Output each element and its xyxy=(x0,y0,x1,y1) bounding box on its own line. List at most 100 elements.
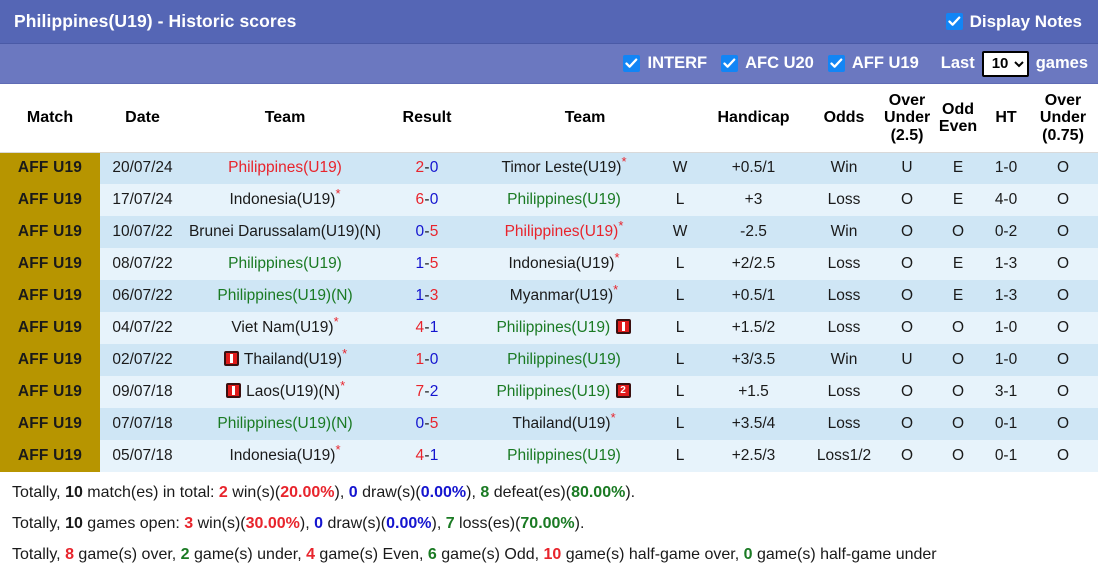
display-notes-checkbox[interactable] xyxy=(945,13,963,30)
oddeven-line2: Even xyxy=(938,117,978,135)
last-label: Last xyxy=(940,54,975,72)
games-count-select[interactable]: 10203050 xyxy=(981,50,1029,77)
team-name: Philippines(U19) xyxy=(507,447,621,465)
col-header-handicap[interactable]: Handicap xyxy=(701,84,807,153)
home-team-cell[interactable]: Philippines(U19) xyxy=(185,152,385,185)
match-score[interactable]: 2-0 xyxy=(385,152,469,185)
score-home: 4 xyxy=(415,319,425,337)
odds-result: Loss xyxy=(806,184,883,217)
table-row[interactable]: AFF U19 17/07/24 Indonesia(U19)* 6-0 Philipp… xyxy=(0,184,1098,217)
filter-aff-u19[interactable]: AFF U19 xyxy=(827,54,919,73)
neutral-star: * xyxy=(613,282,619,297)
handicap-value: +1.5 xyxy=(701,376,807,409)
col-header-odd-even[interactable]: Odd Even xyxy=(932,84,985,153)
col-header-odds[interactable]: Odds xyxy=(806,84,883,153)
home-team-cell[interactable]: Philippines(U19) xyxy=(185,248,385,281)
score-home: 4 xyxy=(415,447,425,465)
match-score[interactable]: 0-5 xyxy=(385,216,469,249)
table-row[interactable]: AFF U19 20/07/24 Philippines(U19) 2-0 Timor … xyxy=(0,152,1098,185)
match-competition-badge: AFF U19 xyxy=(0,152,100,185)
half-time-score: 3-1 xyxy=(984,376,1029,409)
match-score[interactable]: 0-5 xyxy=(385,408,469,441)
odd-even-result: O xyxy=(932,440,985,473)
away-team-cell[interactable]: Philippines(U19) xyxy=(469,312,659,345)
match-score[interactable]: 7-2 xyxy=(385,376,469,409)
home-team-cell[interactable]: Indonesia(U19)* xyxy=(185,184,385,217)
home-team-cell[interactable]: Indonesia(U19)* xyxy=(185,440,385,473)
col-header-match[interactable]: Match xyxy=(0,84,100,153)
neutral-star: * xyxy=(618,218,624,233)
home-team-cell[interactable]: Brunei Darussalam(U19)(N) xyxy=(185,216,385,249)
away-team-cell[interactable]: Philippines(U19) xyxy=(469,184,659,217)
sl1-text1: Totally, xyxy=(12,484,66,502)
col-header-away-team[interactable]: Team xyxy=(469,84,702,153)
col-header-ht[interactable]: HT xyxy=(984,84,1029,153)
handicap-value: -2.5 xyxy=(701,216,807,249)
sl1-def-pct: 80.00% xyxy=(571,484,626,502)
match-score[interactable]: 4-1 xyxy=(385,312,469,345)
col-header-result[interactable]: Result xyxy=(385,84,469,153)
handicap-value: +2.5/3 xyxy=(701,440,807,473)
over-under-25-result: O xyxy=(882,216,933,249)
handicap-value: +3.5/4 xyxy=(701,408,807,441)
interf-checkbox[interactable] xyxy=(623,55,641,72)
filter-interf[interactable]: INTERF xyxy=(623,54,707,73)
match-date: 04/07/22 xyxy=(100,312,185,345)
afc-u20-checkbox[interactable] xyxy=(721,55,739,72)
home-team-cell[interactable]: Philippines(U19)(N) xyxy=(185,280,385,313)
win-loss-flag: L xyxy=(659,248,702,281)
over-under-25-result: U xyxy=(882,152,933,185)
away-team-cell[interactable]: Myanmar(U19)* xyxy=(469,280,659,313)
table-row[interactable]: AFF U19 06/07/22 Philippines(U19)(N) 1-3 Mya… xyxy=(0,280,1098,313)
away-team-cell[interactable]: Philippines(U19) xyxy=(469,440,659,473)
away-team-cell[interactable]: Indonesia(U19)* xyxy=(469,248,659,281)
match-score[interactable]: 6-0 xyxy=(385,184,469,217)
home-team-cell[interactable]: Laos(U19)(N)* xyxy=(185,376,385,409)
col-header-over-under-075[interactable]: Over Under (0.75) xyxy=(1028,84,1098,153)
table-row[interactable]: AFF U19 04/07/22 Viet Nam(U19)* 4-1 Philippi… xyxy=(0,312,1098,345)
sl3-half-under: 0 xyxy=(743,545,753,563)
odds-result: Win xyxy=(806,216,883,249)
match-score[interactable]: 4-1 xyxy=(385,440,469,473)
filter-afc-u20[interactable]: AFC U20 xyxy=(721,54,814,73)
away-team-cell[interactable]: Thailand(U19)* xyxy=(469,408,659,441)
away-team-cell[interactable]: Philippines(U19) xyxy=(469,376,659,409)
neutral-star: * xyxy=(333,314,339,329)
table-row[interactable]: AFF U19 02/07/22 Thailand(U19)* 1-0 Philipp… xyxy=(0,344,1098,377)
match-score[interactable]: 1-5 xyxy=(385,248,469,281)
match-score[interactable]: 1-0 xyxy=(385,344,469,377)
col-header-over-under-25[interactable]: Over Under (2.5) xyxy=(882,84,933,153)
score-home: 1 xyxy=(415,255,425,273)
over-under-075-result: O xyxy=(1028,216,1098,249)
table-row[interactable]: AFF U19 08/07/22 Philippines(U19) 1-5 Indone… xyxy=(0,248,1098,281)
col-header-home-team[interactable]: Team xyxy=(185,84,385,153)
aff-u19-checkbox[interactable] xyxy=(827,55,845,72)
table-row[interactable]: AFF U19 10/07/22 Brunei Darussalam(U19)(N)… xyxy=(0,216,1098,249)
match-date: 10/07/22 xyxy=(100,216,185,249)
table-row[interactable]: AFF U19 05/07/18 Indonesia(U19)* 4-1 Philipp… xyxy=(0,440,1098,473)
table-row[interactable]: AFF U19 09/07/18 Laos(U19)(N)* 7-2 Philippi… xyxy=(0,376,1098,409)
home-team-cell[interactable]: Philippines(U19)(N) xyxy=(185,408,385,441)
home-team-cell[interactable]: Thailand(U19)* xyxy=(185,344,385,377)
odds-result: Loss1/2 xyxy=(806,440,883,473)
handicap-value: +3 xyxy=(701,184,807,217)
over-under-25-result: O xyxy=(882,440,933,473)
match-date: 08/07/22 xyxy=(100,248,185,281)
score-home: 6 xyxy=(415,191,425,209)
home-team-cell[interactable]: Viet Nam(U19)* xyxy=(185,312,385,345)
table-row[interactable]: AFF U19 07/07/18 Philippines(U19)(N) 0-5 Tha… xyxy=(0,408,1098,441)
handicap-value: +0.5/1 xyxy=(701,152,807,185)
over-under-075-result: O xyxy=(1028,408,1098,441)
odds-result: Loss xyxy=(806,408,883,441)
away-team-cell[interactable]: Philippines(U19) xyxy=(469,344,659,377)
half-time-score: 1-0 xyxy=(984,152,1029,185)
team-name: Indonesia(U19) xyxy=(229,447,336,465)
away-team-cell[interactable]: Philippines(U19)* xyxy=(469,216,659,249)
match-score[interactable]: 1-3 xyxy=(385,280,469,313)
over-under-075-result: O xyxy=(1028,152,1098,185)
col-header-date[interactable]: Date xyxy=(100,84,185,153)
handicap-value: +0.5/1 xyxy=(701,280,807,313)
away-team-cell[interactable]: Timor Leste(U19)* xyxy=(469,152,659,185)
neutral-star: * xyxy=(340,378,346,393)
display-notes-toggle[interactable]: Display Notes xyxy=(945,12,1088,32)
